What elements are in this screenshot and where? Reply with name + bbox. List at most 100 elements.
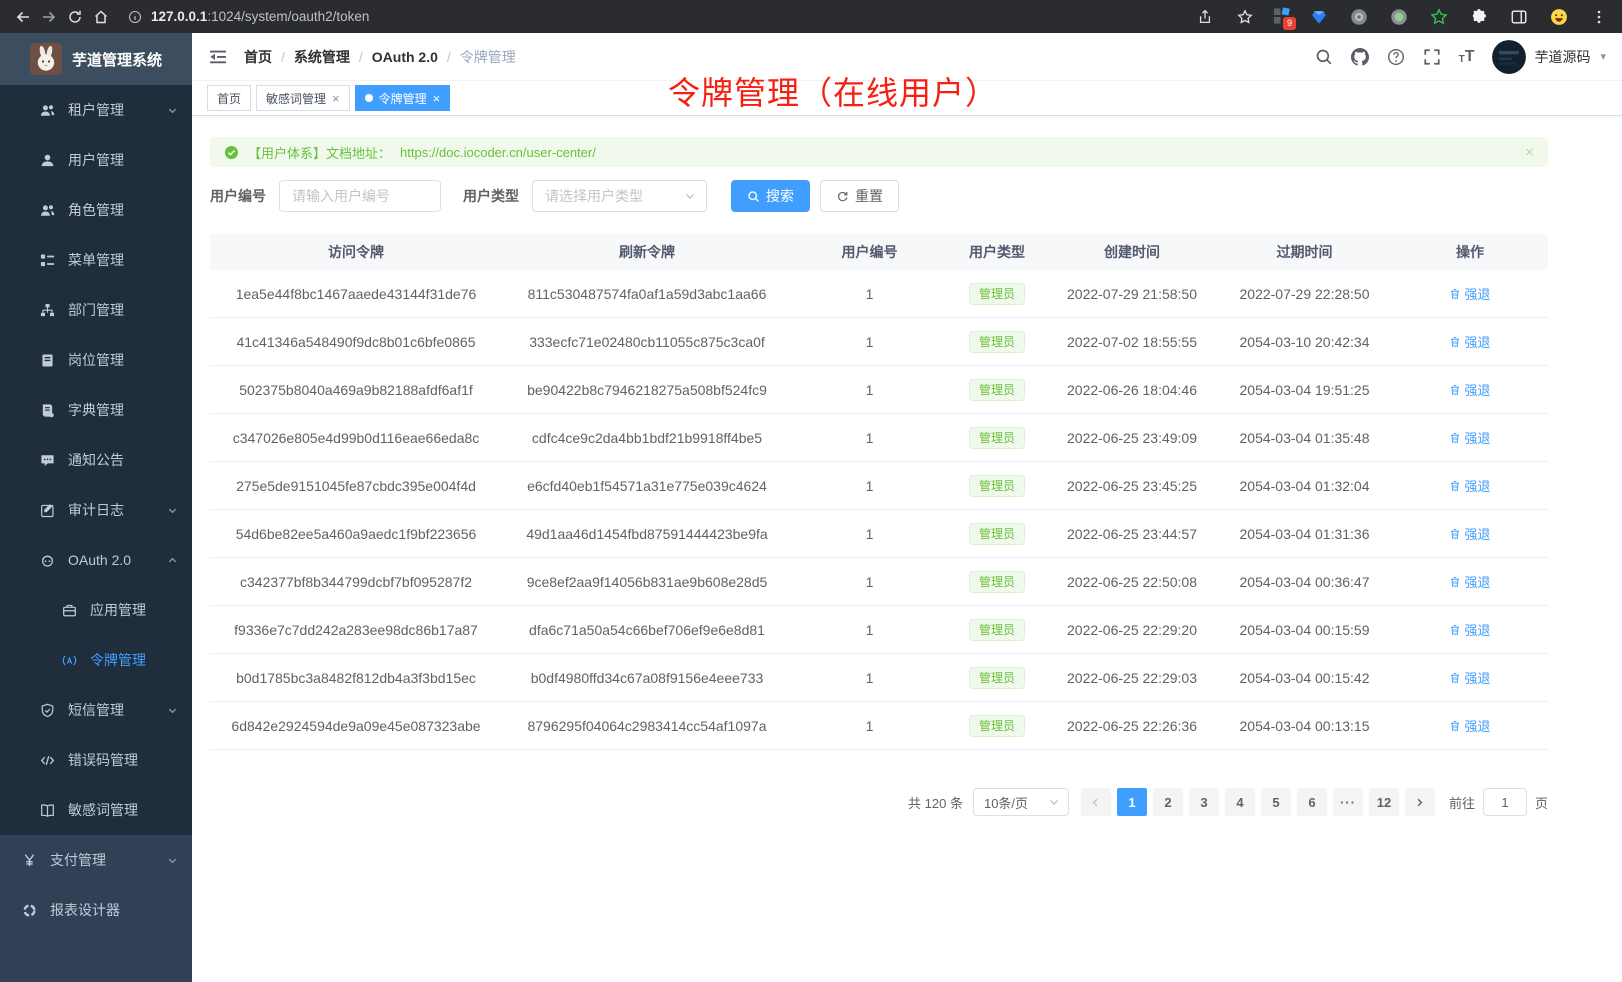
id-badge-icon: [40, 353, 55, 368]
more-pages-icon[interactable]: ···: [1333, 788, 1363, 816]
extension-blocks-icon[interactable]: 9: [1272, 6, 1292, 28]
user-type-badge: 管理员: [969, 379, 1025, 401]
column-header: 创建时间: [1047, 242, 1217, 262]
bookmark-star-icon[interactable]: [1232, 4, 1258, 30]
app-title: 芋道管理系统: [72, 49, 162, 70]
force-logout-button[interactable]: 强退: [1449, 380, 1490, 399]
user-type-select[interactable]: 请选择用户类型: [532, 180, 707, 212]
sidebar-item-oauth2-app[interactable]: 应用管理: [0, 585, 192, 635]
cell-expire-time: 2054-03-04 01:35:48: [1217, 430, 1392, 446]
user-type-badge: 管理员: [969, 331, 1025, 353]
breadcrumb-separator: /: [359, 49, 363, 65]
force-logout-button[interactable]: 强退: [1449, 620, 1490, 639]
tab-令牌管理[interactable]: 令牌管理×: [355, 85, 451, 111]
browser-forward-icon[interactable]: [36, 4, 62, 30]
page-button-2[interactable]: 2: [1153, 788, 1183, 816]
browser-reload-icon[interactable]: [62, 4, 88, 30]
message-bubble-icon: [40, 453, 55, 468]
sidebar-item-dict[interactable]: 字典管理: [0, 385, 192, 435]
table-row: f9336e7c7dd242a283ee98dc86b17a87dfa6c71a…: [210, 606, 1548, 654]
goto-suffix-label: 页: [1535, 793, 1548, 812]
sidebar-item-oauth2-token[interactable]: 令牌管理: [0, 635, 192, 685]
force-logout-button[interactable]: 强退: [1449, 716, 1490, 735]
reset-button[interactable]: 重置: [820, 180, 899, 212]
sidebar-item-label: 通知公告: [68, 450, 124, 470]
tab-close-icon[interactable]: ×: [332, 92, 340, 105]
page-button-6[interactable]: 6: [1297, 788, 1327, 816]
force-logout-button[interactable]: 强退: [1449, 428, 1490, 447]
cell-create-time: 2022-06-25 23:49:09: [1047, 430, 1217, 446]
sidebar-item-post[interactable]: 岗位管理: [0, 335, 192, 385]
side-panel-icon[interactable]: [1506, 4, 1532, 30]
next-page-button[interactable]: [1405, 788, 1435, 816]
fullscreen-icon[interactable]: [1423, 48, 1441, 66]
user-id-input[interactable]: [279, 180, 441, 212]
tab-敏感词管理[interactable]: 敏感词管理×: [256, 85, 350, 111]
sidebar-item-pay[interactable]: 支付管理: [0, 835, 192, 885]
page-size-select[interactable]: 10条/页: [973, 788, 1069, 816]
extension-gem-icon[interactable]: [1306, 4, 1332, 30]
goto-page-input[interactable]: [1483, 788, 1527, 816]
sidebar-item-role[interactable]: 角色管理: [0, 185, 192, 235]
sidebar-item-user[interactable]: 用户管理: [0, 135, 192, 185]
browser-home-icon[interactable]: [88, 4, 114, 30]
force-logout-button[interactable]: 强退: [1449, 476, 1490, 495]
tab-close-icon[interactable]: ×: [433, 92, 441, 105]
cell-access-token: 54d6be82ee5a460a9aedc1f9bf223656: [210, 526, 502, 542]
force-logout-button[interactable]: 强退: [1449, 524, 1490, 543]
app-logo[interactable]: 芋道管理系统: [0, 33, 192, 85]
search-button[interactable]: 搜索: [731, 180, 810, 212]
sidebar-item-error-code[interactable]: 错误码管理: [0, 735, 192, 785]
cell-refresh-token: e6cfd40eb1f54571a31e775e039c4624: [502, 478, 792, 494]
browser-menu-dots-icon[interactable]: [1586, 4, 1612, 30]
extension-star-icon[interactable]: [1426, 4, 1452, 30]
sidebar-collapse-icon[interactable]: [208, 47, 228, 67]
cell-refresh-token: 333ecfc71e02480cb11055c875c3ca0f: [502, 334, 792, 350]
extension-command-icon[interactable]: [1346, 4, 1372, 30]
profile-avatar-icon[interactable]: [1546, 4, 1572, 30]
chevron-down-icon: [167, 505, 178, 516]
force-logout-button[interactable]: 强退: [1449, 572, 1490, 591]
browser-back-icon[interactable]: [10, 4, 36, 30]
address-bar[interactable]: 127.0.0.1:1024/system/oauth2/token: [128, 9, 369, 24]
sidebar-item-sms[interactable]: 短信管理: [0, 685, 192, 735]
cell-user-type: 管理员: [947, 619, 1047, 641]
breadcrumb-item[interactable]: 系统管理: [294, 47, 350, 67]
sidebar-item-report-designer[interactable]: 报表设计器: [0, 885, 192, 935]
prev-page-button[interactable]: [1081, 788, 1111, 816]
font-size-icon[interactable]: TT: [1459, 49, 1475, 65]
extensions-puzzle-icon[interactable]: [1466, 4, 1492, 30]
breadcrumb-item[interactable]: 首页: [244, 47, 272, 67]
tab-首页[interactable]: 首页: [207, 85, 251, 111]
table-row: c342377bf8b344799dcbf7bf095287f29ce8ef2a…: [210, 558, 1548, 606]
sidebar: 芋道管理系统 租户管理用户管理角色管理菜单管理部门管理岗位管理字典管理通知公告审…: [0, 33, 192, 982]
user-menu[interactable]: 芋道源码 ▾: [1492, 40, 1606, 74]
page-button-3[interactable]: 3: [1189, 788, 1219, 816]
force-logout-button[interactable]: 强退: [1449, 668, 1490, 687]
extension-record-icon[interactable]: [1386, 4, 1412, 30]
cell-action: 强退: [1392, 332, 1548, 351]
force-logout-button[interactable]: 强退: [1449, 284, 1490, 303]
sidebar-item-tenant[interactable]: 租户管理: [0, 85, 192, 135]
share-icon[interactable]: [1192, 4, 1218, 30]
sidebar-item-notice[interactable]: 通知公告: [0, 435, 192, 485]
page-button-5[interactable]: 5: [1261, 788, 1291, 816]
github-icon[interactable]: [1351, 48, 1369, 66]
alert-doc-link[interactable]: https://doc.iocoder.cn/user-center/: [400, 145, 596, 160]
site-info-icon[interactable]: [128, 10, 142, 24]
page-button-4[interactable]: 4: [1225, 788, 1255, 816]
alert-close-icon[interactable]: ×: [1525, 144, 1534, 161]
sidebar-item-audit-log[interactable]: 审计日志: [0, 485, 192, 535]
force-logout-button[interactable]: 强退: [1449, 332, 1490, 351]
help-icon[interactable]: [1387, 48, 1405, 66]
sidebar-item-menu[interactable]: 菜单管理: [0, 235, 192, 285]
sidebar-item-oauth2[interactable]: OAuth 2.0: [0, 535, 192, 585]
page-button-1[interactable]: 1: [1117, 788, 1147, 816]
cell-user-type: 管理员: [947, 427, 1047, 449]
search-icon[interactable]: [1315, 48, 1333, 66]
sidebar-item-dept[interactable]: 部门管理: [0, 285, 192, 335]
breadcrumb-item[interactable]: OAuth 2.0: [372, 49, 438, 65]
sidebar-item-label: 角色管理: [68, 200, 124, 220]
sidebar-item-sensitive-word[interactable]: 敏感词管理: [0, 785, 192, 835]
page-button-12[interactable]: 12: [1369, 788, 1399, 816]
